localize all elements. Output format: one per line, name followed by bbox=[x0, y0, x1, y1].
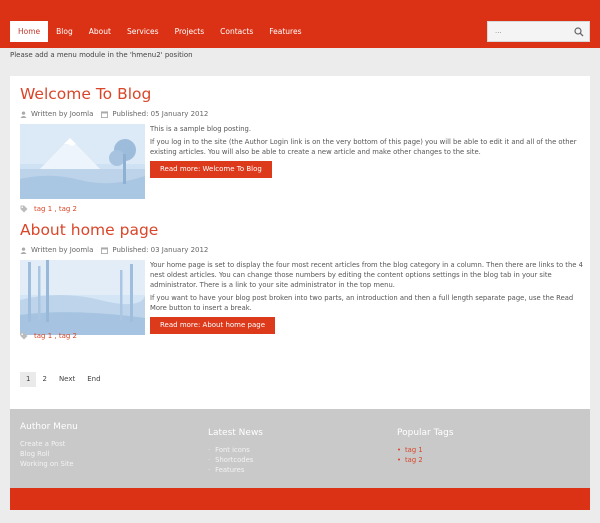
popular-tags: Popular Tags tag 1 tag 2 bbox=[397, 428, 454, 465]
nav-item-projects[interactable]: Projects bbox=[167, 21, 213, 42]
article-meta: Written by Joomla Published: 03 January … bbox=[20, 246, 208, 254]
article-thumbnail bbox=[20, 260, 145, 335]
author-menu: Author Menu Create a Post Blog Roll Work… bbox=[20, 422, 78, 469]
search-icon[interactable] bbox=[574, 27, 584, 37]
latest-news-link[interactable]: Features bbox=[208, 465, 263, 475]
page-end[interactable]: End bbox=[81, 372, 106, 387]
pagination: 1 2 Next End bbox=[20, 372, 107, 387]
author-menu-link[interactable]: Blog Roll bbox=[20, 449, 78, 459]
user-icon bbox=[20, 246, 27, 254]
latest-news-title: Latest News bbox=[208, 428, 263, 438]
nav-item-services[interactable]: Services bbox=[119, 21, 167, 42]
article-title[interactable]: About home page bbox=[20, 221, 585, 239]
article-published: Published: 05 January 2012 bbox=[112, 110, 209, 118]
bottom-bar bbox=[10, 488, 590, 510]
article-tags: tag 1 , tag 2 bbox=[20, 332, 77, 340]
read-more-button[interactable]: Read more: About home page bbox=[150, 317, 276, 334]
tag-icon bbox=[20, 332, 28, 340]
tag-links[interactable]: tag 1 , tag 2 bbox=[34, 332, 77, 340]
author-menu-link[interactable]: Working on Site bbox=[20, 459, 78, 469]
tag-links[interactable]: tag 1 , tag 2 bbox=[34, 205, 77, 213]
blog-article: About home page Written by Joomla Publis… bbox=[20, 221, 585, 340]
article-title[interactable]: Welcome To Blog bbox=[20, 85, 585, 103]
popular-tag-link[interactable]: tag 2 bbox=[397, 455, 454, 465]
latest-news-link[interactable]: Font icons bbox=[208, 445, 263, 455]
page-next[interactable]: Next bbox=[53, 372, 81, 387]
blog-article: Welcome To Blog Written by Joomla Publis… bbox=[20, 85, 585, 213]
nav-item-contacts[interactable]: Contacts bbox=[212, 21, 261, 42]
top-bar: Home Blog About Services Projects Contac… bbox=[0, 0, 600, 48]
main-content: Welcome To Blog Written by Joomla Publis… bbox=[10, 76, 590, 409]
search-input[interactable]: ... bbox=[487, 21, 590, 42]
user-icon bbox=[20, 110, 27, 118]
article-paragraph: This is a sample blog posting. bbox=[150, 125, 252, 133]
latest-news: Latest News Font icons Shortcodes Featur… bbox=[208, 428, 263, 475]
article-body: This is a sample blog posting. If you lo… bbox=[150, 124, 585, 178]
calendar-icon bbox=[101, 110, 109, 118]
latest-news-link[interactable]: Shortcodes bbox=[208, 455, 263, 465]
tag-icon bbox=[20, 205, 28, 213]
article-paragraph: If you want to have your blog post broke… bbox=[150, 294, 574, 312]
article-body: Your home page is set to display the fou… bbox=[150, 260, 585, 334]
popular-tag-link[interactable]: tag 1 bbox=[397, 445, 454, 455]
article-author: Written by Joomla bbox=[31, 246, 94, 254]
article-paragraph: If you log in to the site (the Author Lo… bbox=[150, 138, 577, 156]
nav-item-about[interactable]: About bbox=[81, 21, 119, 42]
module-notice: Please add a menu module in the 'hmenu2'… bbox=[10, 51, 193, 59]
article-author: Written by Joomla bbox=[31, 110, 94, 118]
author-menu-link[interactable]: Create a Post bbox=[20, 439, 78, 449]
main-nav: Home Blog About Services Projects Contac… bbox=[10, 21, 310, 42]
article-published: Published: 03 January 2012 bbox=[112, 246, 209, 254]
page-1[interactable]: 1 bbox=[20, 372, 37, 387]
nav-item-blog[interactable]: Blog bbox=[48, 21, 81, 42]
article-paragraph: Your home page is set to display the fou… bbox=[150, 261, 583, 289]
article-tags: tag 1 , tag 2 bbox=[20, 205, 77, 213]
search-placeholder: ... bbox=[495, 27, 502, 35]
article-thumbnail bbox=[20, 124, 145, 199]
footer: Author Menu Create a Post Blog Roll Work… bbox=[10, 409, 590, 488]
nav-item-features[interactable]: Features bbox=[261, 21, 309, 42]
nav-item-home[interactable]: Home bbox=[10, 21, 49, 42]
popular-tags-title: Popular Tags bbox=[397, 428, 454, 438]
calendar-icon bbox=[101, 246, 109, 254]
article-meta: Written by Joomla Published: 05 January … bbox=[20, 110, 208, 118]
read-more-button[interactable]: Read more: Welcome To Blog bbox=[150, 161, 272, 178]
page-2[interactable]: 2 bbox=[36, 372, 52, 387]
author-menu-title: Author Menu bbox=[20, 422, 78, 432]
